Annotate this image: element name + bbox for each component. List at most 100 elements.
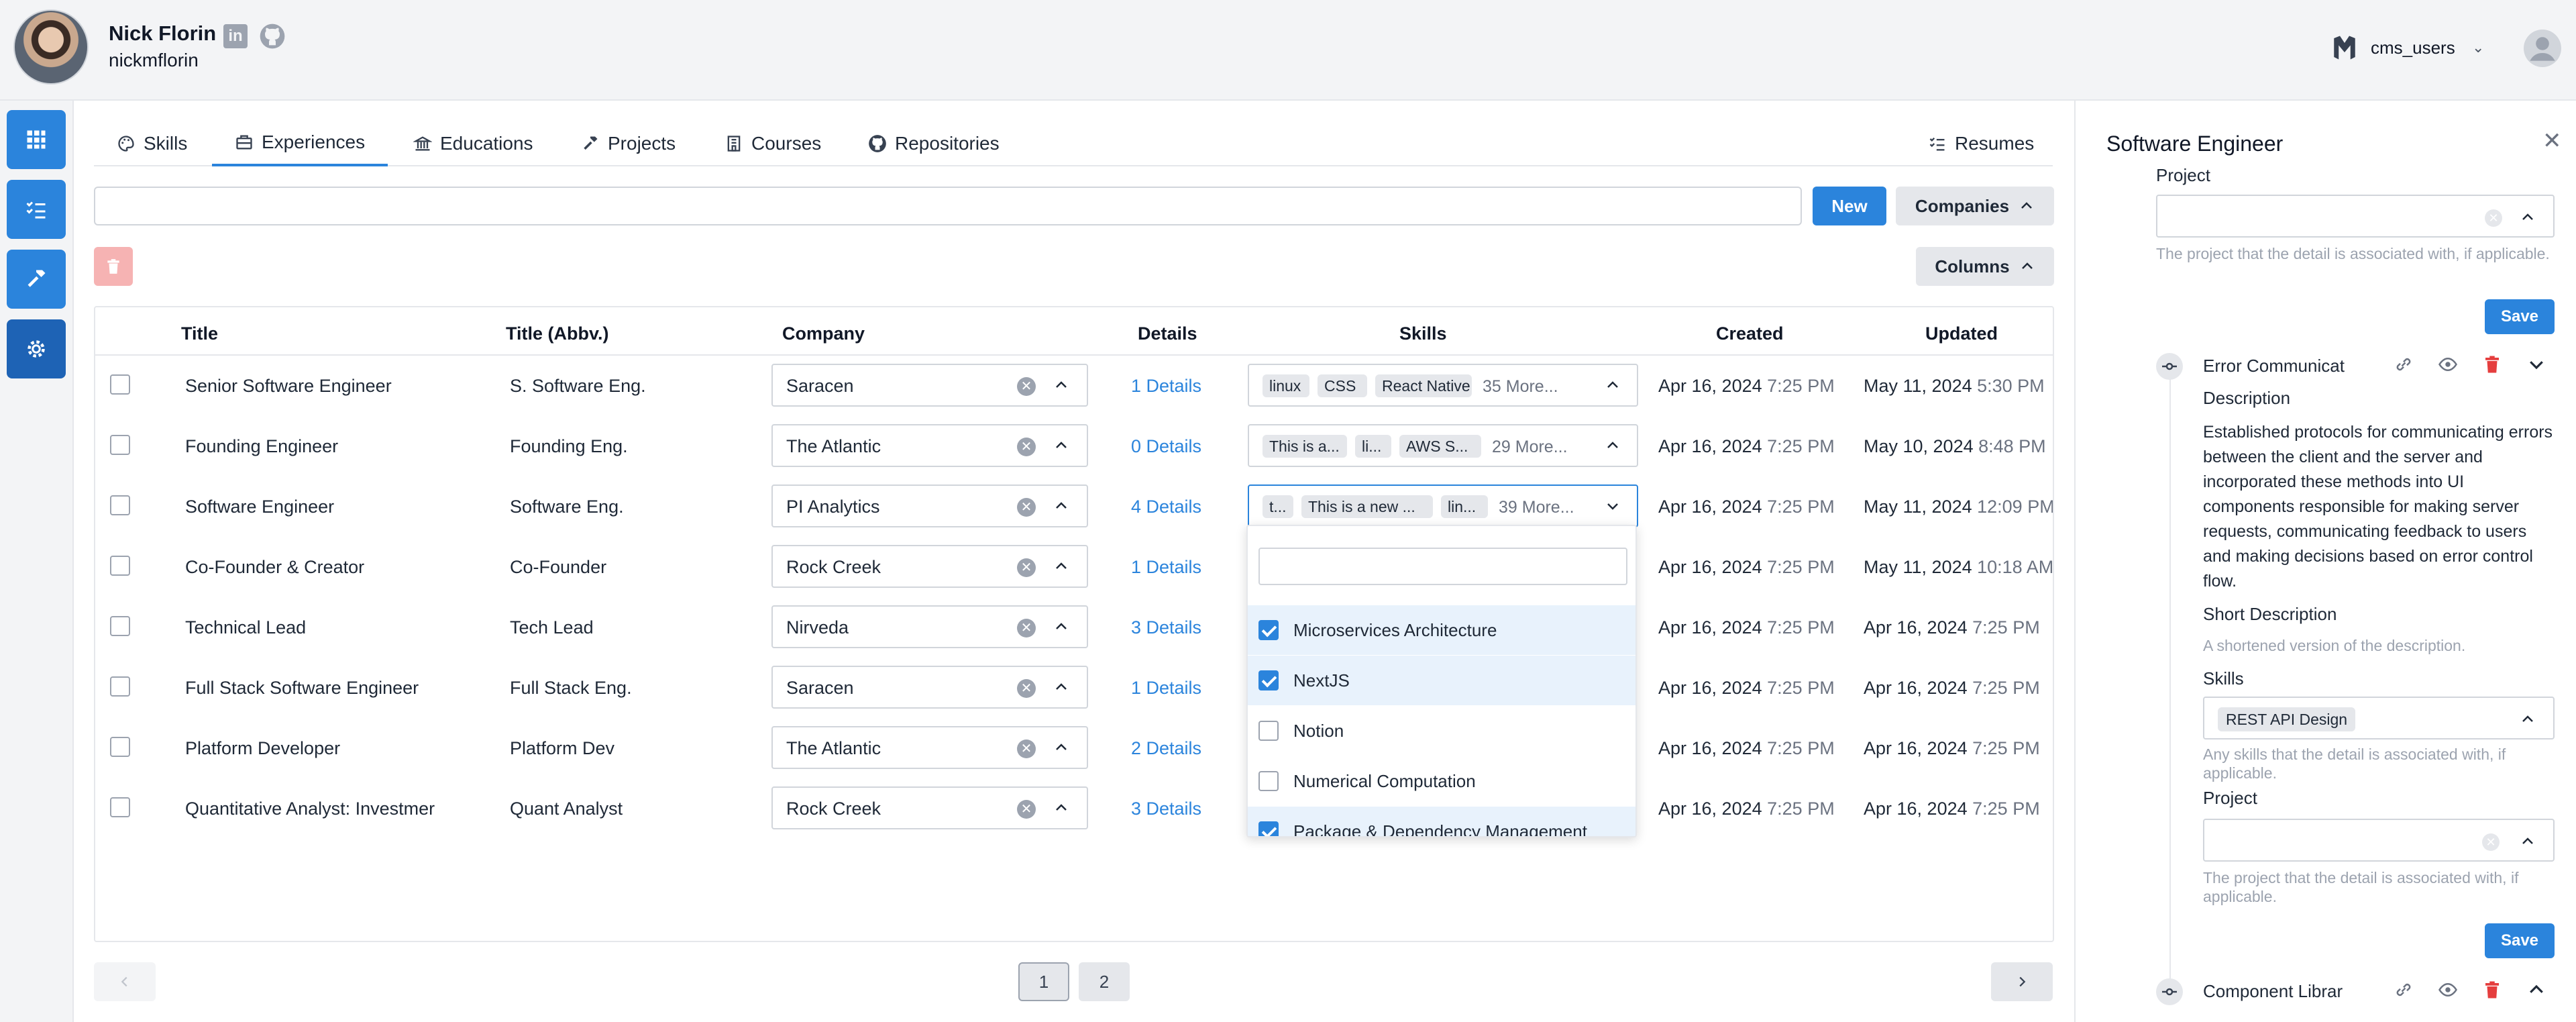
table-row[interactable]: Full Stack Software Engineer Full Stack E… [95, 658, 2053, 718]
company-select[interactable]: Rock Creek ✕ [771, 545, 1088, 588]
table-row[interactable]: Software Engineer Software Eng. PI Analyt… [95, 476, 2053, 537]
row-title-abbv[interactable]: Co-Founder [510, 557, 606, 578]
tab-projects[interactable]: Projects [581, 121, 676, 166]
tab-repositories[interactable]: Repositories [868, 121, 1000, 166]
details-link[interactable]: 1 Details [1131, 557, 1201, 578]
chevron-up-icon[interactable] [2526, 980, 2546, 1000]
page-button-2[interactable]: 2 [1079, 962, 1130, 1001]
row-title[interactable]: Senior Software Engineer [185, 376, 392, 397]
skill-option-checkbox[interactable] [1258, 821, 1279, 836]
details-link[interactable]: 3 Details [1131, 617, 1201, 638]
details-link[interactable]: 1 Details [1131, 678, 1201, 699]
company-select[interactable]: PI Analytics ✕ [771, 484, 1088, 527]
row-title[interactable]: Full Stack Software Engineer [185, 678, 419, 699]
column-header-skills[interactable]: Skills [1399, 323, 1447, 344]
company-select[interactable]: The Atlantic ✕ [771, 424, 1088, 467]
skills-search-input[interactable] [1258, 548, 1627, 585]
column-header-title[interactable]: Title [181, 323, 218, 344]
company-select[interactable]: Saracen ✕ [771, 666, 1088, 709]
table-row[interactable]: Technical Lead Tech Lead Nirveda ✕ 3 Deta… [95, 597, 2053, 658]
table-row[interactable]: Senior Software Engineer S. Software Eng.… [95, 356, 2053, 416]
top-project-select[interactable]: ✕ [2156, 195, 2555, 238]
table-row[interactable]: Co-Founder & Creator Co-Founder Rock Cree… [95, 537, 2053, 597]
linkedin-icon[interactable]: in [223, 24, 248, 48]
row-title-abbv[interactable]: Full Stack Eng. [510, 678, 632, 699]
row-checkbox[interactable] [110, 435, 130, 455]
column-header-updated[interactable]: Updated [1925, 323, 1998, 344]
row-checkbox[interactable] [110, 737, 130, 757]
row-title-abbv[interactable]: Platform Dev [510, 738, 614, 759]
tab-experiences[interactable]: Experiences [212, 121, 388, 166]
tab-resumes[interactable]: Resumes [1928, 121, 2034, 166]
row-title[interactable]: Platform Developer [185, 738, 340, 759]
row-title[interactable]: Co-Founder & Creator [185, 557, 364, 578]
company-select[interactable]: Saracen ✕ [771, 364, 1088, 407]
user-avatar[interactable] [13, 9, 89, 85]
row-title-abbv[interactable]: S. Software Eng. [510, 376, 646, 397]
company-select[interactable]: Nirveda ✕ [771, 605, 1088, 648]
skills-select[interactable]: linux CSS React Native 35 More... [1248, 364, 1638, 407]
details-link[interactable]: 1 Details [1131, 376, 1201, 397]
column-header-company[interactable]: Company [782, 323, 865, 344]
skills-select[interactable]: This is a... li... AWS S... 29 More... [1248, 424, 1638, 467]
account-icon[interactable] [2524, 30, 2561, 67]
skill-option-checkbox[interactable] [1258, 721, 1279, 741]
save-button-detail[interactable]: Save [2485, 923, 2555, 958]
clear-icon[interactable]: ✕ [2485, 209, 2502, 227]
trash-icon[interactable] [2482, 980, 2502, 1000]
delete-button[interactable] [94, 247, 133, 286]
row-title[interactable]: Quantitative Analyst: Investmer [185, 799, 435, 819]
detail-project-select[interactable]: ✕ [2203, 819, 2555, 862]
row-title-abbv[interactable]: Quant Analyst [510, 799, 623, 819]
nav-dashboard-button[interactable] [7, 110, 66, 169]
prev-page-button[interactable] [94, 962, 156, 1001]
details-link[interactable]: 4 Details [1131, 497, 1201, 517]
chevron-down-icon[interactable] [2526, 354, 2546, 374]
tab-educations[interactable]: Educations [413, 121, 533, 166]
details-link[interactable]: 3 Details [1131, 799, 1201, 819]
company-select[interactable]: Rock Creek ✕ [771, 786, 1088, 829]
skill-option-checkbox[interactable] [1258, 670, 1279, 691]
skill-option[interactable]: NextJS [1248, 656, 1635, 705]
column-header-created[interactable]: Created [1716, 323, 1784, 344]
row-title-abbv[interactable]: Software Eng. [510, 497, 624, 517]
next-page-button[interactable] [1991, 962, 2053, 1001]
row-checkbox[interactable] [110, 797, 130, 817]
clear-icon[interactable]: ✕ [1017, 800, 1036, 819]
close-icon[interactable]: ✕ [2542, 127, 2562, 154]
page-button-1[interactable]: 1 [1018, 962, 1069, 1001]
table-row[interactable]: Quantitative Analyst: Investmer Quant Ana… [95, 778, 2053, 839]
nav-tools-button[interactable] [7, 250, 66, 309]
org-name[interactable]: cms_users [2371, 38, 2455, 58]
skills-select[interactable]: t... This is a new ... lin... 39 More... [1248, 484, 1638, 527]
clear-icon[interactable]: ✕ [1017, 438, 1036, 456]
short-description-placeholder[interactable]: A shortened version of the description. [2203, 636, 2559, 655]
new-button[interactable]: New [1813, 187, 1886, 225]
skill-option-checkbox[interactable] [1258, 620, 1279, 640]
clear-icon[interactable]: ✕ [1017, 377, 1036, 396]
detail-skills-select[interactable]: REST API Design [2203, 697, 2555, 739]
row-title-abbv[interactable]: Tech Lead [510, 617, 594, 638]
column-header-abbv[interactable]: Title (Abbv.) [506, 323, 609, 344]
row-title[interactable]: Technical Lead [185, 617, 306, 638]
clear-icon[interactable]: ✕ [1017, 679, 1036, 698]
company-select[interactable]: The Atlantic ✕ [771, 726, 1088, 769]
save-button-top[interactable]: Save [2485, 299, 2555, 334]
table-row[interactable]: Founding Engineer Founding Eng. The Atlan… [95, 416, 2053, 476]
eye-icon[interactable] [2438, 980, 2458, 1000]
search-input[interactable] [94, 187, 1802, 225]
clear-icon[interactable]: ✕ [2482, 833, 2500, 851]
table-row[interactable]: Platform Developer Platform Dev The Atlan… [95, 718, 2053, 778]
row-checkbox[interactable] [110, 676, 130, 697]
row-title[interactable]: Software Engineer [185, 497, 334, 517]
skill-option[interactable]: Package & Dependency Management [1248, 807, 1635, 836]
description-text[interactable]: Established protocols for communicating … [2203, 420, 2559, 594]
details-link[interactable]: 0 Details [1131, 436, 1201, 457]
clear-icon[interactable]: ✕ [1017, 498, 1036, 517]
detail-title-2[interactable]: Component Librar [2203, 981, 2343, 1002]
row-checkbox[interactable] [110, 616, 130, 636]
link-icon[interactable] [2394, 354, 2414, 374]
tab-courses[interactable]: Courses [724, 121, 821, 166]
companies-filter-button[interactable]: Companies [1896, 187, 2054, 225]
clear-icon[interactable]: ✕ [1017, 619, 1036, 637]
